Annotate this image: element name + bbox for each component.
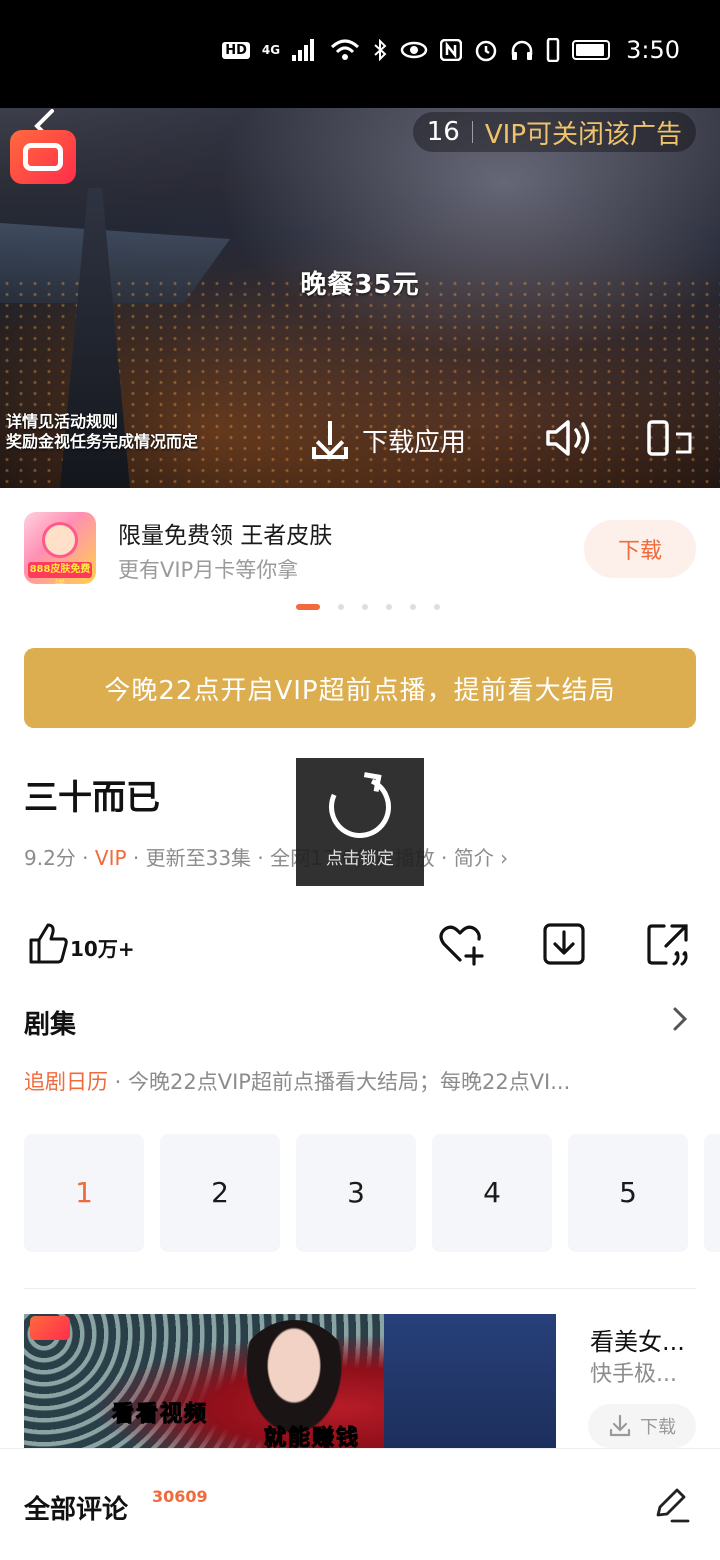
show-meta[interactable]: 9.2分 · VIP · 更新至33集 · 全网17.0亿次播放 · 简介 › — [24, 842, 508, 871]
promo-download-button[interactable]: 下载 — [584, 520, 696, 578]
ad-image-caption-2: 就能赚钱 — [263, 1426, 361, 1449]
thumbs-up-icon — [29, 923, 68, 964]
app-promo[interactable]: 888皮肤免费送 限量免费领 王者皮肤 更有VIP月卡等你拿 下载 — [24, 512, 696, 588]
feed-ad-download-label: 下载 — [640, 1417, 676, 1438]
kuaishou-logo — [10, 130, 76, 184]
share-icon[interactable] — [644, 920, 692, 968]
carousel-dot-active — [296, 604, 320, 610]
vibrate-icon — [546, 38, 560, 62]
chevron-right-icon[interactable] — [672, 1006, 688, 1039]
network-type: 4G — [261, 43, 281, 57]
feed-ad-image[interactable]: 看看视频 就能赚钱 — [24, 1314, 556, 1448]
action-bar: 10万+ — [24, 918, 696, 974]
download-icon — [609, 1414, 631, 1437]
promo-subtitle: 更有VIP月卡等你拿 — [118, 558, 299, 582]
episode-card-partial[interactable] — [704, 1134, 720, 1252]
rotate-lock-icon — [320, 766, 400, 847]
like-count: 10万+ — [70, 936, 135, 961]
carousel-dot — [410, 604, 416, 610]
episode-card-3[interactable]: 3 — [296, 1134, 416, 1252]
vip-close-ad-link[interactable]: VIP可关闭该广告 — [485, 114, 682, 151]
ad-image-caption-1: 看看视频 — [111, 1402, 209, 1428]
video-player-ad[interactable]: 16 VIP可关闭该广告 晚餐35元 详情见活动规则 奖励金视任务完成情况而定 … — [0, 108, 720, 488]
feed-ad-source: 快手极... — [590, 1362, 677, 1387]
comments-label[interactable]: 全部评论 — [24, 1489, 128, 1526]
carousel-dot — [362, 604, 368, 610]
status-bar: HD 4G 3:50 — [0, 0, 720, 108]
lock-label: 点击锁定 — [326, 848, 394, 869]
bluetooth-icon — [374, 39, 387, 61]
wifi-icon — [331, 39, 360, 60]
fullscreen-rotate-icon[interactable] — [646, 420, 694, 456]
alarm-icon — [475, 40, 497, 62]
headphones-icon — [511, 40, 533, 60]
vip-early-access-banner[interactable]: 今晚22点开启VIP超前点播，提前看大结局 — [24, 648, 696, 728]
screen-lock-button[interactable]: 点击锁定 — [296, 758, 424, 886]
status-icons: HD 4G 3:50 — [222, 36, 680, 64]
episode-card-1[interactable]: 1 — [24, 1134, 144, 1252]
carousel-dot — [434, 604, 440, 610]
ad-countdown-pill[interactable]: 16 VIP可关闭该广告 — [412, 112, 696, 152]
ad-background-panel — [384, 1314, 556, 1448]
rules-line-1: 详情见活动规则 — [6, 412, 119, 431]
calendar-label: 追剧日历 — [24, 1070, 108, 1094]
clock: 3:50 — [626, 36, 680, 64]
ad-rules-text: 详情见活动规则 奖励金视任务完成情况而定 — [6, 412, 198, 452]
signal-icon — [292, 39, 315, 61]
episode-list: 12345 — [24, 1134, 720, 1252]
comments-bar[interactable]: 全部评论 30609 — [0, 1448, 720, 1560]
download-icon — [312, 421, 348, 459]
ad-caption: 晚餐35元 — [300, 270, 420, 300]
like-button[interactable]: 10万+ — [28, 922, 135, 964]
hd-badge: HD — [222, 41, 250, 59]
app-icon-tag: 888皮肤免费送 — [28, 562, 92, 584]
carousel-dot — [386, 604, 392, 610]
calendar-text: · 今晚22点VIP超前点播看大结局；每晚22点VI... — [108, 1070, 571, 1094]
promo-title: 限量免费领 王者皮肤 — [118, 523, 333, 549]
eye-icon — [400, 41, 428, 59]
ad-countdown: 16 — [426, 117, 460, 147]
game-app-icon: 888皮肤免费送 — [24, 512, 96, 584]
download-episode-icon[interactable] — [540, 920, 588, 968]
feed-ad-download-button[interactable]: 下载 — [588, 1404, 696, 1448]
divider — [471, 121, 473, 143]
vip-tag: VIP — [94, 846, 127, 870]
show-title: 三十而已 — [24, 778, 160, 818]
section-divider — [24, 1288, 696, 1289]
favorite-add-icon[interactable] — [436, 920, 484, 968]
download-app-button[interactable]: 下载应用 — [312, 412, 466, 468]
carousel-indicator — [296, 604, 440, 610]
episode-calendar[interactable]: 追剧日历 · 今晚22点VIP超前点播看大结局；每晚22点VI... — [24, 1066, 696, 1096]
kuaishou-mini-logo — [30, 1316, 70, 1340]
rules-line-2: 奖励金视任务完成情况而定 — [6, 432, 199, 451]
episode-card-4[interactable]: 4 — [432, 1134, 552, 1252]
meta-separator: · — [82, 846, 95, 870]
nfc-icon — [440, 39, 463, 61]
battery-icon — [572, 40, 611, 60]
edit-pencil-icon[interactable] — [650, 1485, 690, 1525]
comments-count: 30609 — [152, 1487, 208, 1506]
volume-icon[interactable] — [544, 418, 594, 458]
feed-ad-title[interactable]: 看美女... — [590, 1322, 685, 1357]
carousel-dot — [338, 604, 344, 610]
episode-card-5[interactable]: 5 — [568, 1134, 688, 1252]
episode-card-2[interactable]: 2 — [160, 1134, 280, 1252]
score: 9.2分 — [24, 846, 76, 870]
episodes-header[interactable]: 剧集 — [24, 1004, 76, 1041]
download-app-label: 下载应用 — [362, 427, 467, 458]
